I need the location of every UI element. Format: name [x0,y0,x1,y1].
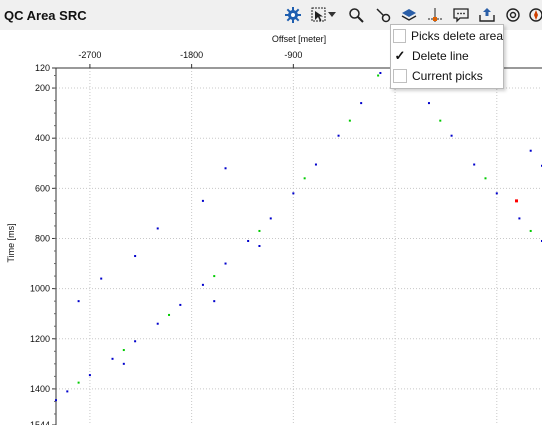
checkbox[interactable] [393,69,407,83]
data-point [201,199,204,202]
menu-item-current-picks[interactable]: Current picks [391,66,503,86]
y-tick-label: 1200 [30,334,50,344]
data-point [224,167,227,170]
data-point [134,340,137,343]
x-tick-label: -900 [284,50,302,60]
menu-item-delete-line[interactable]: ✓ Delete line [391,46,503,66]
data-point [495,192,498,195]
target-icon[interactable] [503,5,523,25]
data-point [269,217,272,220]
x-axis-title: Offset [meter] [272,34,326,44]
data-point [224,262,227,265]
y-tick-label: 800 [35,233,50,243]
data-point [484,177,487,180]
menu-item-label: Delete line [412,49,469,63]
scatter-chart[interactable]: Offset [meter] Time [ms] -2700-1800-9000… [0,30,542,425]
data-point [473,163,476,166]
data-point [247,239,250,242]
data-point [100,277,103,280]
data-point [111,357,114,360]
gear-icon[interactable] [283,5,303,25]
data-point [529,229,532,232]
data-point [156,227,159,230]
data-point [122,349,125,352]
data-point [292,192,295,195]
data-point [439,119,442,122]
data-point [77,381,80,384]
data-point [515,199,519,203]
check-icon[interactable]: ✓ [393,49,407,63]
zoom-icon[interactable] [346,5,366,25]
comment-icon[interactable] [451,5,471,25]
y-tick-label: 600 [35,183,50,193]
y-tick-label: 400 [35,133,50,143]
data-point [450,134,453,137]
data-point [303,177,306,180]
data-point [337,134,340,137]
menu-item-label: Current picks [412,69,483,83]
data-point [360,102,363,105]
pick-tool-icon[interactable] [373,5,393,25]
y-tick-label: 200 [35,83,50,93]
data-point [258,244,261,247]
y-tick-label: 1000 [30,284,50,294]
menu-item-picks-delete-area[interactable]: Picks delete area [391,26,503,46]
crosshair-icon[interactable] [425,5,445,25]
data-point [77,300,80,303]
data-point [427,102,430,105]
data-point [379,72,382,75]
data-point [134,255,137,258]
compass-icon[interactable] [526,5,542,25]
export-icon[interactable] [477,5,497,25]
checkbox[interactable] [393,29,406,43]
data-point [55,399,57,402]
data-point [529,149,532,152]
x-tick-label: -1800 [180,50,203,60]
layers-icon[interactable] [399,5,419,25]
data-point [377,74,380,77]
y-tick-label: 1544 [30,420,50,425]
y-tick-label: 120 [35,63,50,73]
y-axis-title: Time [ms] [6,223,16,262]
data-point [314,163,317,166]
data-point [518,217,521,220]
data-point [213,300,216,303]
dropdown-arrow-icon[interactable] [326,5,338,25]
view-options-menu: Picks delete area ✓ Delete line Current … [390,24,504,89]
data-point [168,313,171,316]
data-point [156,322,159,325]
data-point [201,283,204,286]
menu-item-label: Picks delete area [410,29,503,43]
data-point [258,229,261,232]
window-title: QC Area SRC [4,8,87,23]
data-point [179,303,182,306]
data-point [122,362,125,365]
data-point [213,275,216,278]
x-tick-label: -2700 [78,50,101,60]
data-point [88,374,91,377]
data-point [348,119,351,122]
data-point [66,390,69,393]
y-tick-label: 1400 [30,384,50,394]
